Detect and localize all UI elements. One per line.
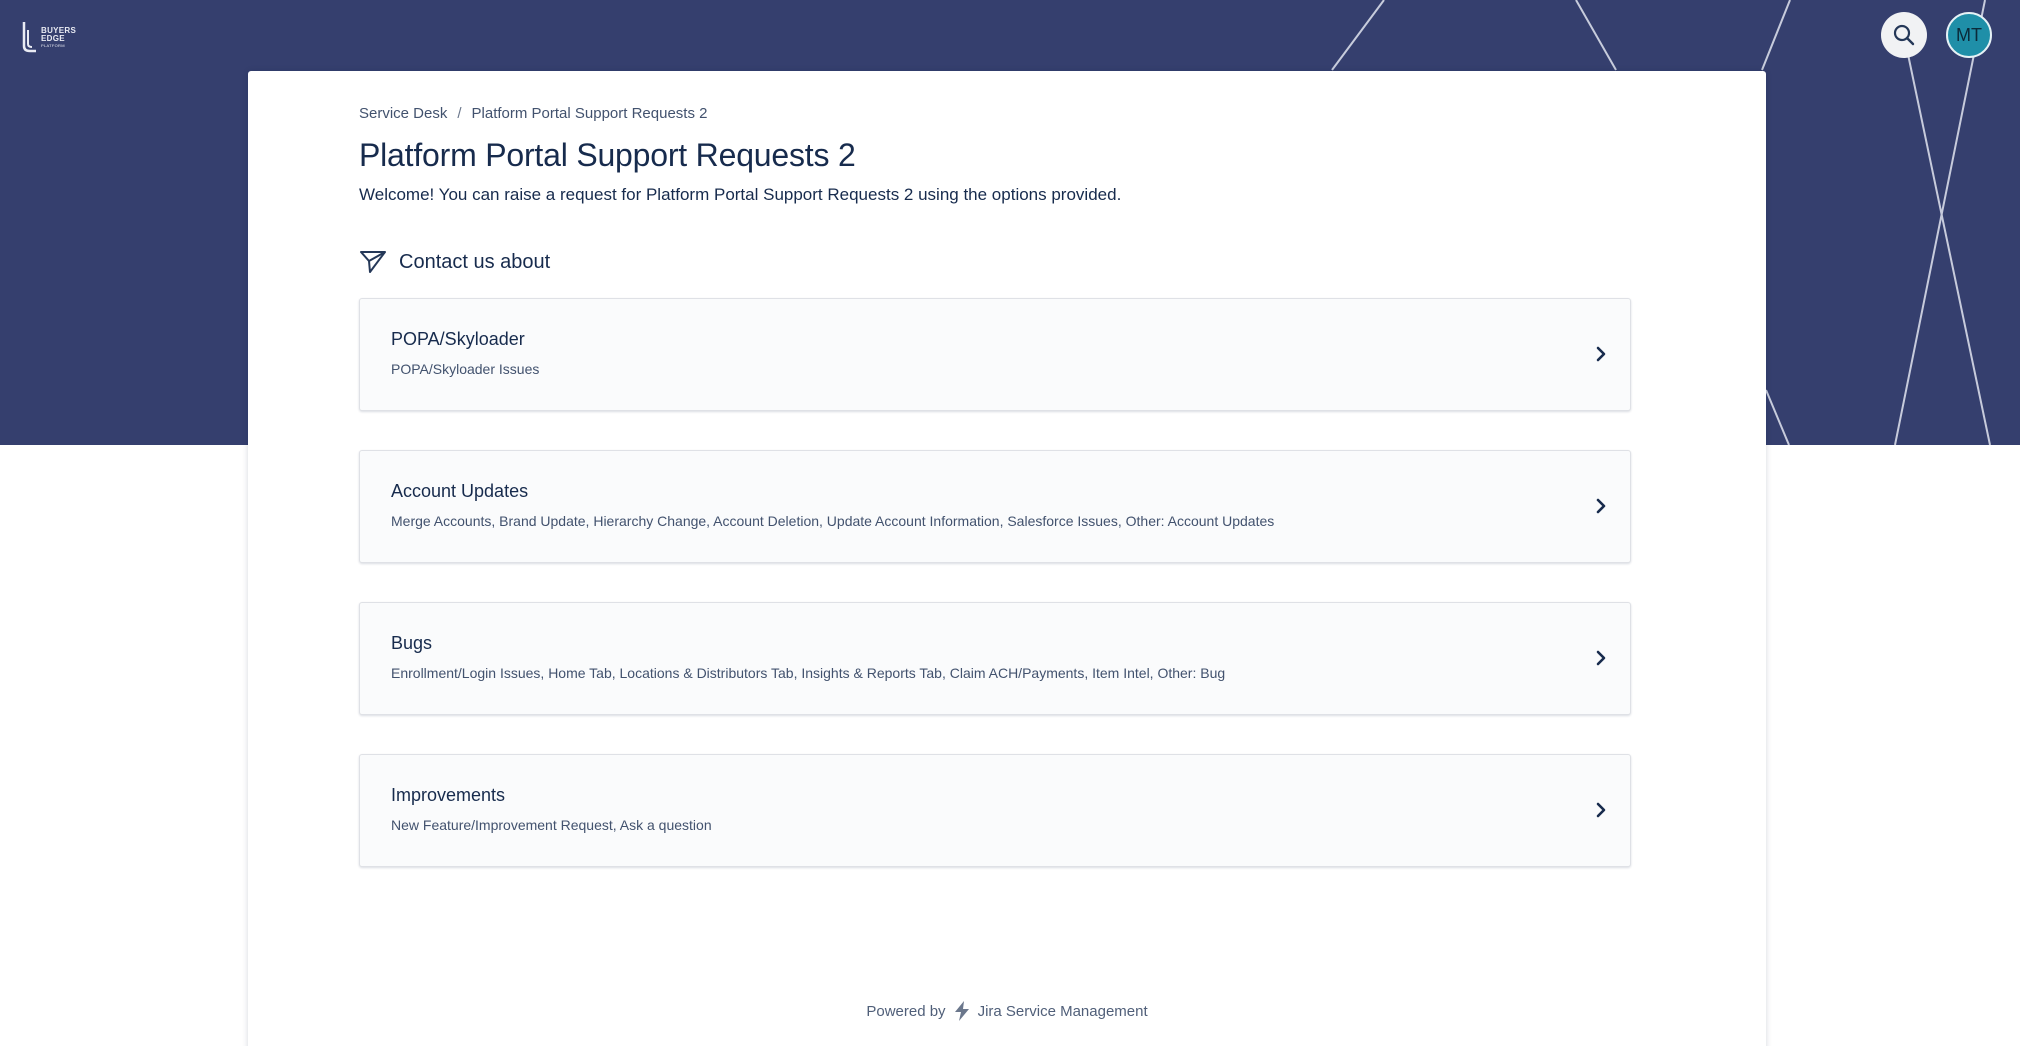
footer: Powered by Jira Service Management	[248, 1000, 1766, 1022]
chevron-right-icon	[1596, 346, 1606, 362]
breadcrumb-current[interactable]: Platform Portal Support Requests 2	[472, 105, 708, 122]
lightning-bolt-icon	[954, 1001, 969, 1021]
chevron-right-icon	[1596, 498, 1606, 514]
logo-mark-icon	[22, 22, 36, 53]
user-avatar[interactable]: MT	[1946, 12, 1992, 58]
breadcrumb-service-desk[interactable]: Service Desk	[359, 105, 447, 122]
breadcrumb-separator: /	[457, 105, 462, 122]
jira-service-management-link[interactable]: Jira Service Management	[978, 1003, 1148, 1020]
chevron-right-icon	[1596, 650, 1606, 666]
section-heading: Contact us about	[359, 249, 550, 275]
request-type-title: Account Updates	[391, 481, 529, 501]
paper-plane-icon	[360, 251, 386, 273]
search-icon	[1893, 24, 1915, 46]
request-type-account-updates[interactable]: Account Updates Merge Accounts, Brand Up…	[359, 450, 1631, 563]
brand-logo[interactable]: BUYERS EDGE PLATFORM	[20, 18, 82, 56]
logo-line-2: EDGE	[41, 33, 65, 43]
request-type-description: New Feature/Improvement Request, Ask a q…	[391, 817, 712, 833]
portal-card: Service Desk / Platform Portal Support R…	[248, 71, 1766, 1046]
request-type-title: Bugs	[391, 633, 433, 653]
chevron-right-icon	[1596, 802, 1606, 818]
request-type-title: Improvements	[391, 785, 506, 805]
avatar-initials: MT	[1956, 24, 1982, 45]
logo-line-3: PLATFORM	[41, 42, 65, 48]
page-title: Platform Portal Support Requests 2	[359, 137, 856, 173]
search-button[interactable]	[1881, 12, 1927, 58]
powered-by-label: Powered by	[866, 1002, 946, 1020]
section-label: Contact us about	[399, 250, 551, 273]
welcome-message: Welcome! You can raise a request for Pla…	[359, 185, 1122, 204]
request-type-popa-skyloader[interactable]: POPA/Skyloader POPA/Skyloader Issues	[359, 298, 1631, 411]
request-type-improvements[interactable]: Improvements New Feature/Improvement Req…	[359, 754, 1631, 867]
request-type-description: POPA/Skyloader Issues	[391, 361, 540, 377]
request-type-description: Merge Accounts, Brand Update, Hierarchy …	[391, 513, 1275, 529]
request-type-title: POPA/Skyloader	[391, 329, 525, 349]
breadcrumb: Service Desk / Platform Portal Support R…	[359, 105, 707, 122]
request-type-description: Enrollment/Login Issues, Home Tab, Locat…	[391, 665, 1226, 681]
logo-text: BUYERS EDGE PLATFORM	[41, 26, 76, 48]
request-type-bugs[interactable]: Bugs Enrollment/Login Issues, Home Tab, …	[359, 602, 1631, 715]
